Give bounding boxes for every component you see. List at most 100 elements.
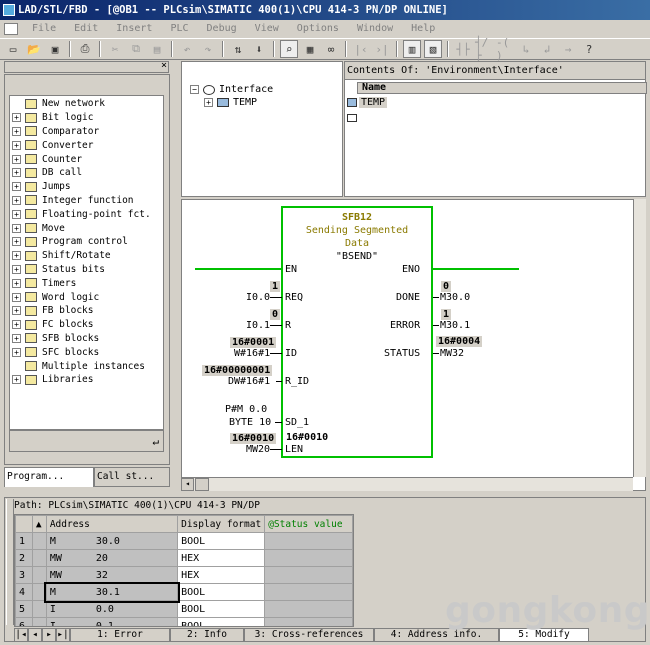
network-icon[interactable]: |‹ <box>352 40 370 58</box>
expand-icon[interactable] <box>12 361 21 371</box>
tab-program[interactable]: Program... <box>4 467 94 487</box>
row-number[interactable]: 2 <box>15 549 33 567</box>
tree-item[interactable]: + Bit logic <box>10 111 163 125</box>
format-cell[interactable]: BOOL <box>177 532 266 550</box>
menu-insert[interactable]: Insert <box>110 20 158 38</box>
table-row[interactable]: 3 MW 32 HEX <box>15 566 353 584</box>
next-tab-icon[interactable]: ▸ <box>42 628 56 642</box>
address-cell[interactable]: MW 20 <box>45 549 179 567</box>
tree-item[interactable]: + FB blocks <box>10 304 163 318</box>
tree-item[interactable]: + Move <box>10 221 163 235</box>
new-row-icon[interactable] <box>347 114 357 122</box>
last-tab-icon[interactable]: ▸| <box>56 628 70 642</box>
tree-item[interactable]: + Word logic <box>10 290 163 304</box>
menu-debug[interactable]: Debug <box>201 20 243 38</box>
expand-icon[interactable] <box>12 99 21 109</box>
panel-grip[interactable] <box>6 499 14 625</box>
online-icon[interactable]: ⇅ <box>229 40 247 58</box>
watch-icon[interactable]: ∞ <box>322 40 340 58</box>
expand-icon[interactable]: + <box>12 113 21 123</box>
row-number[interactable]: 5 <box>15 600 33 618</box>
branch-close-icon[interactable]: ↲ <box>538 40 556 58</box>
insert-icon[interactable]: ↵ <box>152 435 159 448</box>
tree-item[interactable]: + Converter <box>10 138 163 152</box>
expand-icon[interactable]: + <box>12 195 21 205</box>
tree-item[interactable]: + Shift/Rotate <box>10 249 163 263</box>
format-header[interactable]: Display format <box>177 515 266 533</box>
menu-window[interactable]: Window <box>351 20 399 38</box>
format-cell[interactable]: BOOL <box>177 600 266 618</box>
help-icon[interactable]: ? <box>580 40 598 58</box>
address-cell[interactable]: M 30.1 <box>44 581 180 603</box>
undo-icon[interactable]: ↶ <box>178 40 196 58</box>
done-operand[interactable]: M30.0 <box>440 292 470 303</box>
contact-icon[interactable]: ┤├ <box>454 40 472 58</box>
table-row[interactable]: 1 M 30.0 BOOL <box>15 532 353 550</box>
status-value-cell[interactable] <box>264 532 353 550</box>
status-operand[interactable]: MW32 <box>440 348 464 359</box>
expand-icon[interactable]: + <box>12 320 21 330</box>
download-icon[interactable]: ⬇ <box>250 40 268 58</box>
address-cell[interactable]: MW 32 <box>45 566 179 584</box>
status-value-cell[interactable] <box>264 583 353 601</box>
menu-help[interactable]: Help <box>405 20 441 38</box>
expand-icon[interactable]: + <box>12 251 21 261</box>
expand-icon[interactable]: + <box>12 140 21 150</box>
row-selector[interactable] <box>31 566 47 584</box>
expand-icon[interactable]: + <box>12 237 21 247</box>
vertical-scrollbar[interactable] <box>633 199 646 477</box>
address-cell[interactable]: I 0.0 <box>45 600 179 618</box>
rid-operand[interactable]: DW#16#1 <box>228 376 270 387</box>
table-row[interactable]: 4 M 30.1 BOOL <box>15 581 353 603</box>
interface-node[interactable]: − Interface <box>188 84 273 95</box>
box-icon[interactable]: → <box>559 40 577 58</box>
format-cell[interactable]: BOOL <box>177 583 266 601</box>
system-menu-icon[interactable] <box>4 23 18 35</box>
row-number[interactable]: 4 <box>15 583 33 601</box>
format-cell[interactable]: HEX <box>177 566 266 584</box>
row-number[interactable]: 3 <box>15 566 33 584</box>
expand-icon[interactable]: + <box>12 182 21 192</box>
expand-icon[interactable]: + <box>12 209 21 219</box>
tree-item[interactable]: Multiple instances <box>10 359 163 373</box>
row-number[interactable]: 1 <box>15 532 33 550</box>
tree-item[interactable]: + Timers <box>10 276 163 290</box>
prev-tab-icon[interactable]: ◂ <box>28 628 42 642</box>
table-row[interactable]: 2 MW 20 HEX <box>15 549 353 567</box>
first-tab-icon[interactable]: |◂ <box>14 628 28 642</box>
table-row[interactable]: 6 I 0.1 BOOL <box>15 617 353 626</box>
status-value-cell[interactable] <box>264 566 353 584</box>
branch-open-icon[interactable]: ↳ <box>517 40 535 58</box>
new-icon[interactable]: ▭ <box>4 40 22 58</box>
tab-cross-references[interactable]: 3: Cross-references <box>244 628 374 642</box>
menu-plc[interactable]: PLC <box>164 20 194 38</box>
tree-item[interactable]: + DB call <box>10 166 163 180</box>
error-operand[interactable]: M30.1 <box>440 320 470 331</box>
open-icon[interactable]: 📂 <box>25 40 43 58</box>
expand-icon[interactable]: + <box>12 306 21 316</box>
status-header[interactable]: @Status value <box>264 515 353 533</box>
tab-call-structure[interactable]: Call st... <box>94 467 170 487</box>
tree-item[interactable]: + Counter <box>10 152 163 166</box>
status-value-cell[interactable] <box>264 600 353 618</box>
sd1-operand-1[interactable]: P#M 0.0 <box>225 404 267 415</box>
expand-icon[interactable]: + <box>12 375 21 385</box>
menu-file[interactable]: File <box>26 20 62 38</box>
address-header[interactable]: Address <box>45 515 179 533</box>
format-cell[interactable]: HEX <box>177 549 266 567</box>
format-cell[interactable]: BOOL <box>177 617 266 626</box>
details-icon[interactable]: ▧ <box>424 40 442 58</box>
expand-icon[interactable]: + <box>12 168 21 178</box>
scroll-left-icon[interactable]: ◂ <box>181 478 194 491</box>
expand-icon[interactable]: + <box>12 223 21 233</box>
expand-icon[interactable]: + <box>12 264 21 274</box>
tree-item[interactable]: + Floating-point fct. <box>10 207 163 221</box>
collapse-icon[interactable]: − <box>190 85 199 94</box>
tree-item[interactable]: + Status bits <box>10 263 163 277</box>
row-number[interactable]: 6 <box>15 617 33 626</box>
expand-icon[interactable]: + <box>12 126 21 136</box>
overview-icon[interactable]: ▥ <box>403 40 421 58</box>
expand-icon[interactable]: + <box>12 278 21 288</box>
tab-info[interactable]: 2: Info <box>170 628 244 642</box>
menu-options[interactable]: Options <box>291 20 345 38</box>
